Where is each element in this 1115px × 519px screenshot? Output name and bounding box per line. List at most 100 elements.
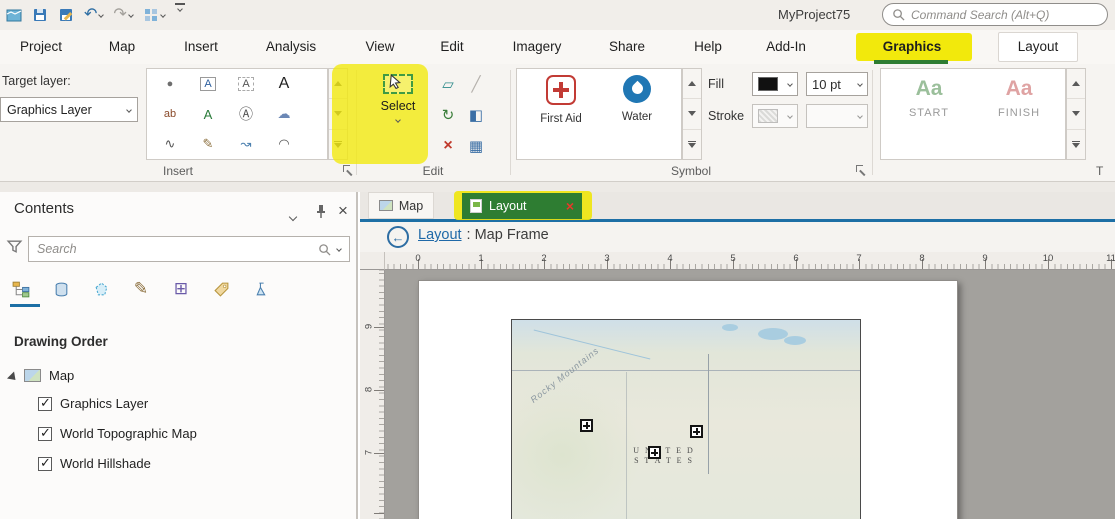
list-by-labeling-icon[interactable] — [206, 276, 236, 302]
edit-tool-icon[interactable]: ↻ — [442, 106, 455, 124]
insert-gallery-item[interactable]: A — [279, 75, 290, 93]
edit-tool-icon[interactable]: ▦ — [469, 137, 483, 155]
edit-group-label: Edit — [422, 164, 444, 178]
gallery-scroll-up-button[interactable] — [1067, 69, 1085, 100]
contents-search[interactable] — [28, 236, 350, 262]
tree-expander-icon[interactable] — [6, 371, 20, 384]
tab-add-in[interactable]: Add-In — [758, 30, 814, 64]
symbol-water-item[interactable]: Water — [601, 75, 673, 155]
customize-quick-access-button[interactable] — [174, 3, 185, 27]
view-tab-layout[interactable]: Layout × — [462, 193, 582, 219]
list-by-editing-icon[interactable]: ✎ — [126, 276, 156, 302]
undo-dropdown-chevron[interactable] — [98, 12, 105, 18]
gallery-scroll-down-button[interactable] — [683, 99, 701, 130]
insert-dialog-launcher[interactable] — [343, 165, 353, 175]
undo-button[interactable]: ↶ — [84, 3, 105, 27]
redo-dropdown-chevron[interactable] — [127, 12, 134, 18]
insert-gallery-item[interactable]: ◠ — [278, 136, 289, 152]
add-data-dropdown-chevron[interactable] — [159, 12, 166, 18]
tab-insert[interactable]: Insert — [176, 30, 226, 64]
close-pane-icon[interactable]: × — [338, 201, 348, 221]
horizontal-ruler: 0 1 2 3 4 5 6 7 8 9 10 11 — [385, 252, 1115, 270]
list-by-data-source-icon[interactable] — [46, 276, 76, 302]
stroke-color-picker[interactable] — [752, 104, 798, 128]
gallery-scroll-up-button[interactable] — [683, 69, 701, 100]
breadcrumb-layout-link[interactable]: Layout — [418, 227, 462, 243]
add-data-button[interactable] — [143, 3, 166, 27]
save-button[interactable] — [32, 3, 48, 27]
close-tab-icon[interactable]: × — [566, 199, 574, 213]
tab-graphics[interactable]: Graphics — [872, 30, 952, 64]
edit-tool-icon[interactable]: ◧ — [469, 106, 483, 124]
pane-menu-chevron[interactable] — [288, 208, 298, 223]
pin-icon[interactable] — [314, 203, 328, 222]
layer-visibility-checkbox[interactable] — [38, 455, 52, 471]
symbol-first-aid-item[interactable]: First Aid — [525, 75, 597, 155]
back-button[interactable]: ← — [387, 226, 409, 248]
command-search[interactable] — [882, 3, 1108, 26]
fill-color-swatch — [758, 77, 778, 91]
layout-canvas[interactable]: Rocky Mountains U N I T E D S T A T E S — [385, 270, 1115, 519]
layout-page[interactable]: Rocky Mountains U N I T E D S T A T E S — [418, 280, 958, 519]
gallery-expand-button[interactable] — [1067, 130, 1085, 159]
tree-item-map[interactable]: Map — [24, 368, 74, 383]
insert-gallery-item[interactable]: ab — [164, 108, 176, 120]
tab-share[interactable]: Share — [602, 30, 652, 64]
map-frame[interactable]: Rocky Mountains U N I T E D S T A T E S — [511, 319, 861, 519]
list-by-charts-icon[interactable] — [246, 276, 276, 302]
tree-item-layer[interactable]: Graphics Layer — [38, 395, 148, 411]
tab-project[interactable]: Project — [10, 30, 72, 64]
text-style-start[interactable]: Aa START — [887, 77, 971, 153]
view-tab-map[interactable]: Map — [368, 192, 434, 219]
insert-gallery-item[interactable]: Ⓐ — [239, 104, 253, 124]
first-aid-point-graphic[interactable] — [580, 419, 593, 432]
save-as-button[interactable] — [58, 3, 74, 27]
fill-color-picker[interactable] — [752, 72, 798, 96]
symbol-size-dropdown[interactable]: 10 pt — [806, 72, 868, 96]
insert-gallery-item[interactable]: A — [204, 107, 213, 122]
target-layer-dropdown[interactable]: Graphics Layer — [0, 97, 138, 122]
tab-analysis[interactable]: Analysis — [258, 30, 324, 64]
text-style-finish[interactable]: Aa FINISH — [977, 77, 1061, 153]
command-search-input[interactable] — [911, 7, 1098, 22]
map-icon[interactable] — [6, 3, 22, 27]
filter-icon[interactable] — [6, 238, 23, 258]
tab-view[interactable]: View — [358, 30, 402, 64]
select-dropdown-chevron[interactable] — [395, 117, 401, 123]
insert-gallery-item[interactable]: A — [200, 77, 216, 91]
tree-item-layer[interactable]: World Topographic Map — [38, 425, 197, 441]
tab-imagery[interactable]: Imagery — [506, 30, 568, 64]
tree-item-layer[interactable]: World Hillshade — [38, 455, 151, 471]
symbol-gallery: First Aid Water — [516, 68, 682, 160]
symbol-dialog-launcher[interactable] — [856, 165, 866, 175]
insert-gallery-item[interactable]: A — [238, 77, 254, 91]
insert-gallery-item[interactable]: ↝ — [241, 136, 252, 152]
contents-search-input[interactable] — [37, 242, 312, 256]
tab-edit[interactable]: Edit — [432, 30, 472, 64]
edit-tool-icon[interactable]: × — [443, 137, 452, 155]
tab-map[interactable]: Map — [100, 30, 144, 64]
first-aid-point-graphic[interactable] — [690, 425, 703, 438]
select-button[interactable]: Select — [372, 66, 424, 162]
layer-visibility-checkbox[interactable] — [38, 425, 52, 441]
tab-help[interactable]: Help — [686, 30, 730, 64]
view-tab-label: Layout — [489, 199, 527, 213]
redo-button[interactable]: ↷ — [113, 3, 134, 27]
insert-gallery-item[interactable]: ● — [167, 78, 174, 90]
list-by-snapping-icon[interactable]: ⊞ — [166, 276, 196, 302]
insert-gallery-item[interactable]: ∿ — [165, 136, 176, 152]
edit-tool-icon[interactable]: ╱ — [471, 75, 480, 93]
insert-gallery-item[interactable]: ☁ — [278, 106, 291, 122]
first-aid-point-graphic[interactable] — [648, 446, 661, 459]
gallery-scroll-down-button[interactable] — [1067, 99, 1085, 130]
insert-gallery-item[interactable]: ✎ — [203, 136, 214, 152]
tab-layout-contextual[interactable]: Layout — [998, 32, 1078, 62]
list-by-drawing-order-icon[interactable] — [6, 276, 36, 302]
search-options-chevron[interactable] — [336, 246, 342, 252]
list-by-selection-icon[interactable] — [86, 276, 116, 302]
edit-tool-icon[interactable]: ▱ — [442, 75, 454, 93]
stroke-width-dropdown[interactable] — [806, 104, 868, 128]
gallery-expand-button[interactable] — [683, 130, 701, 159]
text-style-sample: Aa — [1005, 77, 1033, 100]
layer-visibility-checkbox[interactable] — [38, 395, 52, 411]
